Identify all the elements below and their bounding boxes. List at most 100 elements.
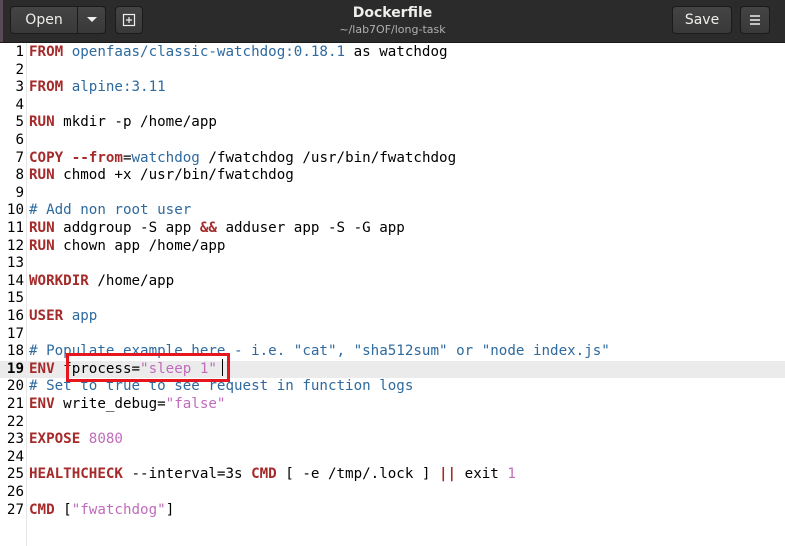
- line-number: 18: [6, 343, 24, 360]
- code-line[interactable]: 14 WORKDIR /home/app: [0, 273, 785, 291]
- code-text: CMD ["fwatchdog"]: [29, 502, 174, 520]
- code-token: RUN: [29, 114, 55, 131]
- code-line[interactable]: 1 FROM openfaas/classic-watchdog:0.18.1 a…: [0, 44, 785, 62]
- line-number: 8: [15, 167, 24, 184]
- code-token: HEALTHCHECK: [29, 466, 123, 483]
- header-bar: Open Dockerfile ~/lab7OF/long-task Save: [0, 0, 785, 43]
- line-number: 3: [15, 79, 24, 96]
- code-token: openfaas/classic-watchdog:0.18.1: [71, 44, 346, 60]
- code-token: # Add non root user: [29, 202, 192, 219]
- code-line[interactable]: 27 CMD ["fwatchdog"]: [0, 502, 785, 520]
- code-token: mkdir -p /home/app: [54, 114, 217, 131]
- code-text: # Populate example here - i.e. "cat", "s…: [29, 343, 610, 361]
- code-line[interactable]: 8 RUN chmod +x /usr/bin/fwatchdog: [0, 167, 785, 185]
- line-number: 25: [6, 466, 24, 483]
- line-number: 5: [15, 114, 24, 131]
- code-line[interactable]: 13: [0, 255, 785, 273]
- code-token: alpine:3.11: [71, 79, 166, 96]
- code-line[interactable]: 21 ENV write_debug="false": [0, 396, 785, 414]
- code-token: ]: [165, 501, 175, 518]
- code-token: adduser app -S -G app: [216, 220, 405, 236]
- code-line[interactable]: 26: [0, 484, 785, 502]
- code-line[interactable]: 11 RUN addgroup -S app && adduser app -S …: [0, 220, 785, 238]
- code-text: RUN mkdir -p /home/app: [29, 114, 217, 132]
- code-token: addgroup -S app: [54, 220, 200, 236]
- code-text: ENV fprocess="sleep 1": [29, 361, 217, 379]
- code-line[interactable]: 6: [0, 132, 785, 150]
- code-token: WORKDIR: [29, 272, 89, 289]
- code-token: 8080: [88, 431, 123, 448]
- code-token: # Set to true to see request in function…: [29, 378, 414, 395]
- code-line[interactable]: 2: [0, 62, 785, 80]
- code-line[interactable]: 25 HEALTHCHECK --interval=3s CMD [ -e /tm…: [0, 466, 785, 484]
- code-token: ||: [439, 466, 457, 483]
- hamburger-menu-button[interactable]: [740, 6, 770, 34]
- line-number: 12: [6, 237, 24, 254]
- code-token: RUN: [29, 220, 55, 236]
- code-line[interactable]: 7 COPY --from=watchdog /fwatchdog /usr/bi…: [0, 150, 785, 168]
- line-number: 9: [15, 184, 24, 201]
- window-title: Dockerfile: [352, 5, 433, 21]
- code-line[interactable]: 20 # Set to true to see request in functi…: [0, 378, 785, 396]
- code-line[interactable]: 22: [0, 414, 785, 432]
- line-number: 21: [6, 396, 24, 412]
- code-line[interactable]: 4: [0, 97, 785, 115]
- code-text: RUN addgroup -S app && adduser app -S -G…: [29, 220, 405, 238]
- code-text: WORKDIR /home/app: [29, 273, 174, 291]
- code-token: [ -e /tmp/.lock ]: [276, 466, 440, 483]
- code-token: USER: [29, 308, 64, 324]
- code-line[interactable]: 12 RUN chown app /home/app: [0, 238, 785, 256]
- line-number: 10: [6, 202, 24, 219]
- code-token: watchdog: [131, 149, 200, 166]
- text-cursor: [222, 359, 223, 376]
- hamburger-icon: [750, 15, 760, 25]
- code-token: =: [122, 149, 132, 166]
- line-number: 24: [6, 448, 24, 465]
- code-token: chown app /home/app: [54, 237, 226, 254]
- code-line[interactable]: 5 RUN mkdir -p /home/app: [0, 114, 785, 132]
- code-token: /home/app: [88, 272, 175, 289]
- code-token: "false": [165, 396, 226, 412]
- code-line[interactable]: 24: [0, 449, 785, 467]
- code-line[interactable]: 18 # Populate example here - i.e. "cat", …: [0, 343, 785, 361]
- code-line[interactable]: 23 EXPOSE 8080: [0, 431, 785, 449]
- code-text: FROM alpine:3.11: [29, 79, 166, 97]
- code-text: ENV write_debug="false": [29, 396, 225, 414]
- code-text: # Add non root user: [29, 202, 191, 220]
- code-token: FROM: [29, 44, 64, 60]
- line-number: 22: [6, 413, 24, 430]
- line-number: 6: [15, 132, 24, 148]
- code-text: RUN chmod +x /usr/bin/fwatchdog: [29, 167, 294, 185]
- line-number: 19: [6, 360, 24, 377]
- code-token: CMD: [29, 501, 55, 518]
- code-line[interactable]: 17: [0, 326, 785, 344]
- text-editor[interactable]: 1 FROM openfaas/classic-watchdog:0.18.1 a…: [0, 43, 785, 546]
- code-text: # Set to true to see request in function…: [29, 378, 413, 396]
- save-button[interactable]: Save: [672, 6, 732, 34]
- code-token: ENV: [29, 360, 55, 377]
- code-token: exit: [456, 466, 508, 483]
- line-number: 2: [15, 61, 24, 78]
- code-line[interactable]: 10 # Add non root user: [0, 202, 785, 220]
- line-number: 1: [15, 44, 24, 60]
- code-token: COPY: [29, 149, 64, 166]
- code-token: RUN: [29, 237, 55, 254]
- code-line[interactable]: 15: [0, 290, 785, 308]
- code-line[interactable]: 19 ENV fprocess="sleep 1": [0, 360, 785, 379]
- code-line[interactable]: 9: [0, 185, 785, 203]
- code-token: RUN: [29, 167, 55, 184]
- code-token: chmod +x /usr/bin/fwatchdog: [54, 167, 294, 184]
- code-token: --from: [71, 149, 123, 166]
- line-number: 27: [6, 501, 24, 518]
- line-number: 20: [6, 378, 24, 395]
- code-text: RUN chown app /home/app: [29, 238, 225, 256]
- code-line[interactable]: 16 USER app: [0, 308, 785, 326]
- code-text: USER app: [29, 308, 97, 326]
- code-line[interactable]: 3 FROM alpine:3.11: [0, 79, 785, 97]
- line-number: 7: [15, 149, 24, 166]
- code-token: [: [54, 501, 72, 518]
